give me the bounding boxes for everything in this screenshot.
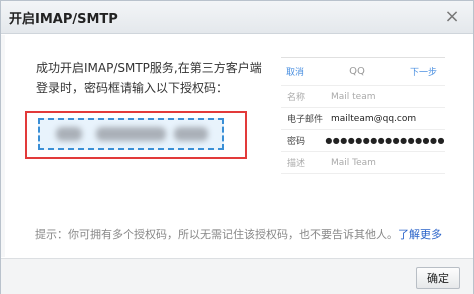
preview-next: 下一步 (409, 68, 437, 78)
dialog-footer: 确定 (1, 258, 473, 294)
tip-message: 提示：你可拥有多个授权码，所以无需记住该授权码，也不要告诉其他人。 (35, 228, 398, 241)
learn-more-link[interactable]: 了解更多 (398, 228, 442, 241)
description-line-1: 成功开启IMAP/SMTP服务,在第三方客户端 (36, 61, 262, 75)
tip-text: 提示：你可拥有多个授权码，所以无需记住该授权码，也不要告诉其他人。了解更多 (35, 226, 442, 242)
preview-title: QQ (349, 66, 365, 77)
confirm-button[interactable]: 确定 (416, 267, 460, 289)
preview-row-description: 描述 Mail Team (281, 152, 445, 174)
dialog-title: 开启IMAP/SMTP (9, 11, 118, 27)
preview-row-value: Mail Team (331, 157, 376, 168)
preview-row-password: 密码 ●●●●●●●●●●●●●●●● (281, 130, 445, 152)
preview-row-value: ●●●●●●●●●●●●●●●● (325, 136, 445, 145)
imap-smtp-dialog: 开启IMAP/SMTP × 成功开启IMAP/SMTP服务,在第三方客户端 登录… (0, 0, 474, 294)
preview-row-label: 名称 (287, 93, 306, 103)
preview-row-email: 电子邮件 mailteam@qq.com (281, 108, 445, 130)
description-line-2: 登录时，密码框请输入以下授权码： (36, 81, 229, 95)
blurred-code-segment (174, 127, 208, 141)
preview-row-value: mailteam@qq.com (331, 113, 417, 124)
close-icon[interactable]: × (443, 8, 461, 26)
preview-row-name: 名称 Mail team (281, 86, 445, 108)
preview-cancel: 取消 (286, 68, 305, 78)
preview-header: 取消 QQ 下一步 (281, 58, 445, 86)
client-setup-preview: 取消 QQ 下一步 名称 Mail team 电子邮件 mailteam@qq.… (281, 57, 445, 185)
blurred-code-segment (56, 127, 82, 141)
preview-row-label: 描述 (287, 159, 306, 169)
preview-row-label: 电子邮件 (287, 115, 324, 125)
authorization-description: 成功开启IMAP/SMTP服务,在第三方客户端 登录时，密码框请输入以下授权码： (36, 58, 276, 98)
auth-code-box[interactable] (38, 118, 224, 150)
blurred-code-segment (96, 127, 166, 141)
preview-row-label: 密码 (287, 137, 306, 147)
left-edge-strip (1, 35, 5, 257)
dialog-titlebar: 开启IMAP/SMTP × (1, 1, 473, 34)
preview-row-value: Mail team (331, 91, 376, 102)
